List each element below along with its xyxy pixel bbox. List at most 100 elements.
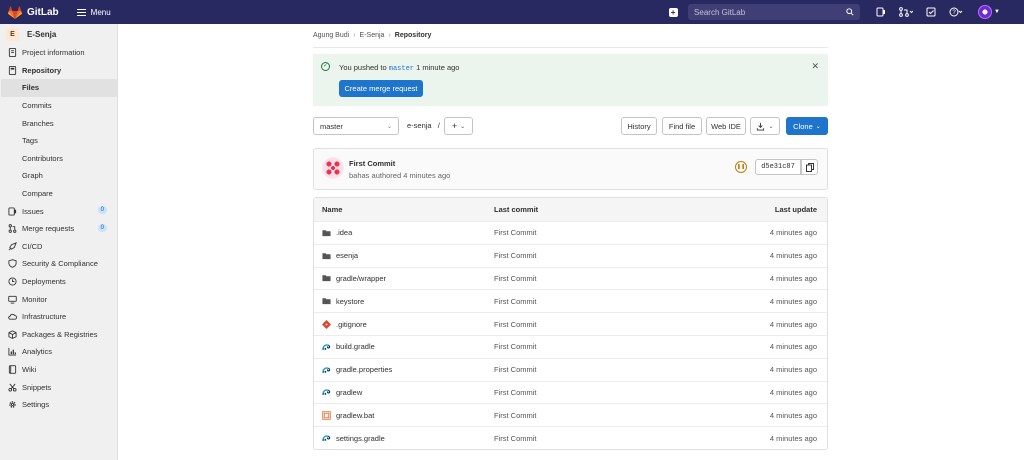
file-name[interactable]: build.gradle <box>336 342 375 351</box>
sidebar-item-label: Infrastructure <box>22 312 67 322</box>
sidebar-item-compare[interactable]: Compare <box>0 185 117 203</box>
last-commit-cell[interactable]: First Commit <box>494 411 537 420</box>
file-name-cell[interactable]: build.gradle <box>322 342 375 351</box>
sidebar-item-graph[interactable]: Graph <box>0 167 117 185</box>
search-box[interactable] <box>688 4 861 20</box>
copy-sha-button[interactable] <box>801 159 818 175</box>
create-merge-request-button[interactable]: Create merge request <box>339 80 423 97</box>
file-name-cell[interactable]: .idea <box>322 228 352 237</box>
branch-name: master <box>320 121 343 131</box>
menu-button[interactable]: Menu <box>76 7 111 18</box>
file-name[interactable]: gradle/wrapper <box>336 274 386 283</box>
sidebar-item-analytics[interactable]: Analytics <box>0 343 117 361</box>
file-name[interactable]: .gitignore <box>336 320 367 329</box>
file-name-cell[interactable]: esenja <box>322 251 358 260</box>
sidebar-item-project-information[interactable]: Project information <box>0 44 117 62</box>
table-row[interactable]: .gitignore First Commit 4 minutes ago <box>314 312 827 335</box>
search-input[interactable] <box>694 7 835 17</box>
sidebar-item-monitor[interactable]: Monitor <box>0 290 117 308</box>
table-row[interactable]: keystore First Commit 4 minutes ago <box>314 289 827 312</box>
file-name[interactable]: gradle.properties <box>336 365 392 374</box>
sidebar-item-packages[interactable]: Packages & Registries <box>0 326 117 344</box>
add-to-tree-button[interactable]: + ⌄ <box>444 117 473 135</box>
gitlab-logo[interactable]: GitLab <box>8 5 59 19</box>
table-row[interactable]: gradle/wrapper First Commit 4 minutes ago <box>314 266 827 290</box>
file-name[interactable]: settings.gradle <box>336 434 385 443</box>
web-ide-button[interactable]: Web IDE <box>706 117 746 135</box>
clone-button[interactable]: Clone ⌄ <box>786 117 828 135</box>
table-row[interactable]: .idea First Commit 4 minutes ago <box>314 221 827 244</box>
last-update-cell: 4 minutes ago <box>769 365 817 375</box>
close-icon[interactable]: ✕ <box>811 61 819 72</box>
file-name-cell[interactable]: gradlew <box>322 388 362 397</box>
merge-requests-nav-button[interactable] <box>895 3 917 21</box>
last-commit-cell[interactable]: First Commit <box>494 365 537 374</box>
last-commit-cell[interactable]: First Commit <box>494 274 537 283</box>
last-commit-cell[interactable]: First Commit <box>494 434 537 443</box>
sidebar-item-label: CI/CD <box>22 241 43 251</box>
sidebar-item-commits[interactable]: Commits <box>0 97 117 115</box>
file-name-cell[interactable]: gradle.properties <box>322 365 392 374</box>
sidebar-item-snippets[interactable]: Snippets <box>0 378 117 396</box>
sidebar-item-merge-requests[interactable]: Merge requests 0 <box>0 220 117 238</box>
new-item-button[interactable]: + <box>666 5 680 19</box>
chevron-down-icon[interactable]: ▼ <box>994 9 1000 15</box>
table-row[interactable]: gradlew.bat First Commit 4 minutes ago <box>314 403 827 426</box>
file-name[interactable]: gradlew <box>336 388 362 397</box>
breadcrumb-current[interactable]: Repository <box>395 32 432 39</box>
user-avatar[interactable] <box>978 5 993 19</box>
file-name-cell[interactable]: keystore <box>322 297 364 306</box>
path-root[interactable]: e-senja <box>407 121 432 130</box>
last-commit-cell[interactable]: First Commit <box>494 320 537 329</box>
alert-branch[interactable]: master <box>389 65 414 73</box>
todos-nav-button[interactable] <box>920 3 942 21</box>
sidebar-item-wiki[interactable]: Wiki <box>0 361 117 379</box>
issues-nav-button[interactable] <box>870 3 892 21</box>
branch-dropdown[interactable]: master ⌄ <box>313 117 399 135</box>
table-row[interactable]: settings.gradle First Commit 4 minutes ago <box>314 426 827 449</box>
book-icon <box>8 65 17 75</box>
help-button[interactable]: ? <box>945 3 967 21</box>
project-header[interactable]: E E-Senja <box>0 24 117 44</box>
sidebar-item-repository[interactable]: Repository <box>0 62 117 80</box>
sidebar-item-tags[interactable]: Tags <box>0 132 117 150</box>
last-commit-cell[interactable]: First Commit <box>494 297 537 306</box>
sidebar-item-infrastructure[interactable]: Infrastructure <box>0 308 117 326</box>
author-avatar[interactable] <box>322 157 344 179</box>
commit-sha[interactable]: d5e31c87 <box>755 159 801 175</box>
file-name-cell[interactable]: settings.gradle <box>322 434 385 443</box>
find-file-button[interactable]: Find file <box>662 117 702 135</box>
commit-title[interactable]: First Commit <box>349 159 395 168</box>
file-name[interactable]: .idea <box>336 228 352 237</box>
file-name[interactable]: gradlew.bat <box>336 411 374 420</box>
last-commit-cell[interactable]: First Commit <box>494 342 537 351</box>
merge-requests-count-badge: 0 <box>97 223 107 232</box>
last-commit-cell[interactable]: First Commit <box>494 388 537 397</box>
sidebar-item-cicd[interactable]: CI/CD <box>0 238 117 256</box>
file-name[interactable]: esenja <box>336 251 358 260</box>
pipeline-paused-icon[interactable]: ❚❚ <box>735 161 747 173</box>
last-commit-cell[interactable]: First Commit <box>494 251 537 260</box>
file-name-cell[interactable]: gradlew.bat <box>322 411 374 420</box>
download-button[interactable]: ⌄ <box>750 117 780 135</box>
file-name-cell[interactable]: gradle/wrapper <box>322 274 386 283</box>
table-row[interactable]: esenja First Commit 4 minutes ago <box>314 243 827 267</box>
sidebar-item-branches[interactable]: Branches <box>0 114 117 132</box>
sidebar-item-security[interactable]: Security & Compliance <box>0 255 117 273</box>
history-button[interactable]: History <box>621 117 657 135</box>
sidebar-item-settings[interactable]: Settings <box>0 396 117 414</box>
sidebar-item-label: Branches <box>22 118 54 128</box>
table-row[interactable]: build.gradle First Commit 4 minutes ago <box>314 334 827 358</box>
table-row[interactable]: gradle.properties First Commit 4 minutes a… <box>314 357 827 381</box>
sidebar-item-deployments[interactable]: Deployments <box>0 273 117 291</box>
sidebar-item-issues[interactable]: Issues 0 <box>0 202 117 220</box>
breadcrumb-item[interactable]: Agung Budi <box>313 32 349 39</box>
table-row[interactable]: gradlew First Commit 4 minutes ago <box>314 380 827 404</box>
sidebar-item-contributors[interactable]: Contributors <box>0 150 117 168</box>
file-name[interactable]: keystore <box>336 297 364 306</box>
web-ide-label: Web IDE <box>711 121 741 131</box>
file-name-cell[interactable]: .gitignore <box>322 320 367 329</box>
breadcrumb-item[interactable]: E-Senja <box>360 32 385 39</box>
sidebar-item-files[interactable]: Files <box>1 79 117 97</box>
last-commit-cell[interactable]: First Commit <box>494 228 537 237</box>
